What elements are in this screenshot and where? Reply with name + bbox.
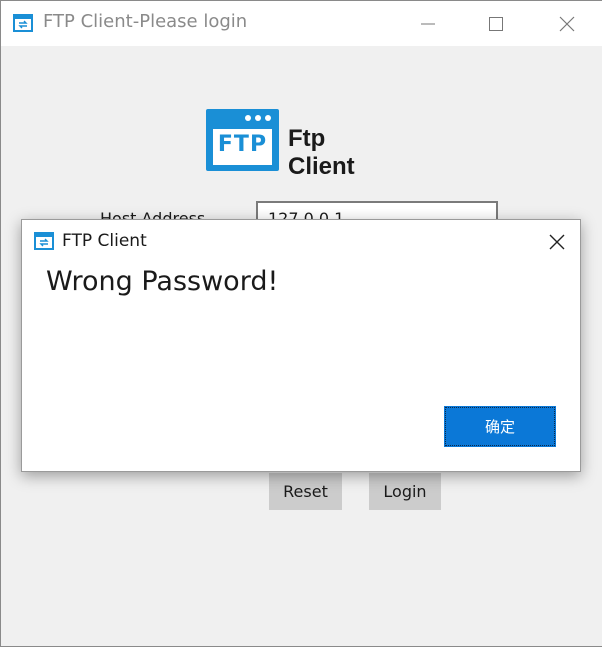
logo-dots (245, 115, 271, 121)
app-icon (34, 232, 54, 250)
error-dialog: FTP Client Wrong Password! 确定 (21, 219, 581, 472)
app-name: Ftp Client (288, 125, 355, 180)
reset-button[interactable]: Reset (269, 473, 342, 510)
ok-button[interactable]: 确定 (444, 406, 556, 447)
app-icon (13, 14, 33, 32)
logo-badge: FTP (206, 109, 279, 171)
title-bar[interactable]: FTP Client-Please login (1, 1, 602, 46)
maximize-icon (489, 16, 503, 31)
close-icon (559, 16, 575, 31)
dialog-close-button[interactable] (534, 220, 580, 264)
close-button[interactable] (544, 1, 590, 46)
logo-badge-text: FTP (217, 132, 268, 157)
maximize-button[interactable] (473, 1, 519, 46)
minimize-icon (421, 23, 435, 24)
window-title: FTP Client-Please login (43, 11, 248, 32)
minimize-button[interactable] (405, 1, 451, 46)
login-button[interactable]: Login (369, 473, 441, 510)
dialog-message: Wrong Password! (46, 266, 279, 297)
close-icon (549, 234, 565, 250)
dialog-title: FTP Client (62, 231, 147, 251)
